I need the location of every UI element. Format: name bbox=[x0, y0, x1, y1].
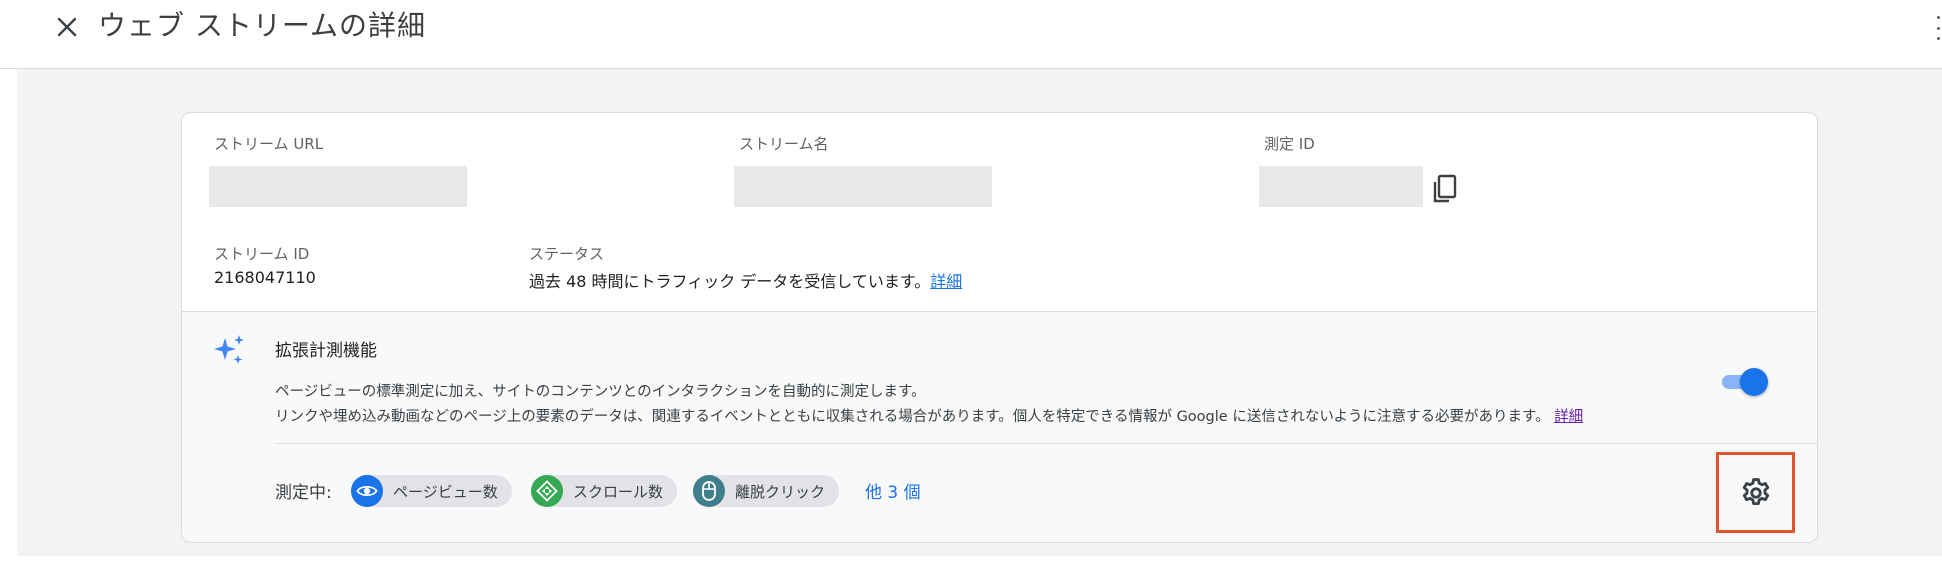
settings-button[interactable] bbox=[1716, 452, 1795, 533]
status-details-link[interactable]: 詳細 bbox=[930, 272, 962, 291]
page-title: ウェブ ストリームの詳細 bbox=[98, 9, 427, 42]
enhanced-description-line1: ページビューの標準測定に加え、サイトのコンテンツとのインタラクションを自動的に測… bbox=[275, 384, 926, 400]
stream-url-label: ストリーム URL bbox=[214, 135, 324, 153]
toggle-thumb bbox=[1740, 368, 1768, 396]
enhanced-measurement-title: 拡張計測機能 bbox=[275, 341, 377, 361]
header: ウェブ ストリームの詳細 bbox=[0, 0, 1942, 69]
more-events-link[interactable]: 他 3 個 bbox=[865, 478, 921, 503]
stream-details-card: ストリーム URL ストリーム名 測定 ID ストリーム ID 21680471… bbox=[181, 112, 1818, 543]
stream-id-value: 2168047110 bbox=[214, 268, 316, 287]
chip-label: 離脱クリック bbox=[735, 482, 826, 501]
status-message: 過去 48 時間にトラフィック データを受信しています。 bbox=[529, 272, 931, 291]
status-label: ステータス bbox=[529, 245, 605, 263]
chip-outbound-clicks: 離脱クリック bbox=[693, 475, 840, 507]
stream-url-value bbox=[209, 166, 467, 207]
eye-icon bbox=[351, 475, 383, 507]
enhanced-description-text: リンクや埋め込み動画などのページ上の要素のデータは、関連するイベントとともに収集… bbox=[275, 409, 1550, 425]
measuring-label: 測定中: bbox=[275, 483, 332, 503]
enhanced-details-link[interactable]: 詳細 bbox=[1554, 409, 1583, 425]
close-icon bbox=[57, 17, 77, 37]
copy-button[interactable] bbox=[1431, 173, 1459, 209]
enhanced-description-line2: リンクや埋め込み動画などのページ上の要素のデータは、関連するイベントとともに収集… bbox=[275, 405, 1583, 426]
measurement-id-value bbox=[1259, 166, 1423, 207]
gear-icon bbox=[1742, 477, 1769, 505]
chip-label: ページビュー数 bbox=[393, 482, 498, 501]
enhanced-measurement-section: 拡張計測機能 ページビューの標準測定に加え、サイトのコンテンツとのインタラクショ… bbox=[182, 311, 1817, 542]
measurement-id-label: 測定 ID bbox=[1264, 135, 1315, 153]
more-menu-button[interactable] bbox=[1934, 16, 1942, 40]
stream-id-label: ストリーム ID bbox=[214, 245, 310, 263]
stream-name-label: ストリーム名 bbox=[739, 135, 829, 153]
stream-name-value bbox=[734, 166, 992, 207]
divider bbox=[275, 443, 1817, 444]
mouse-icon bbox=[693, 475, 725, 507]
copy-icon bbox=[1433, 174, 1457, 203]
chip-page-views: ページビュー数 bbox=[351, 475, 512, 507]
more-vert-icon bbox=[1936, 16, 1940, 19]
close-button[interactable] bbox=[50, 10, 84, 44]
sparkle-icon bbox=[214, 335, 244, 364]
status-text: 過去 48 時間にトラフィック データを受信しています。詳細 bbox=[529, 268, 962, 292]
scroll-icon bbox=[531, 475, 563, 507]
enhanced-measurement-toggle[interactable] bbox=[1720, 368, 1768, 396]
chip-label: スクロール数 bbox=[573, 482, 664, 501]
chip-scrolls: スクロール数 bbox=[531, 475, 678, 507]
